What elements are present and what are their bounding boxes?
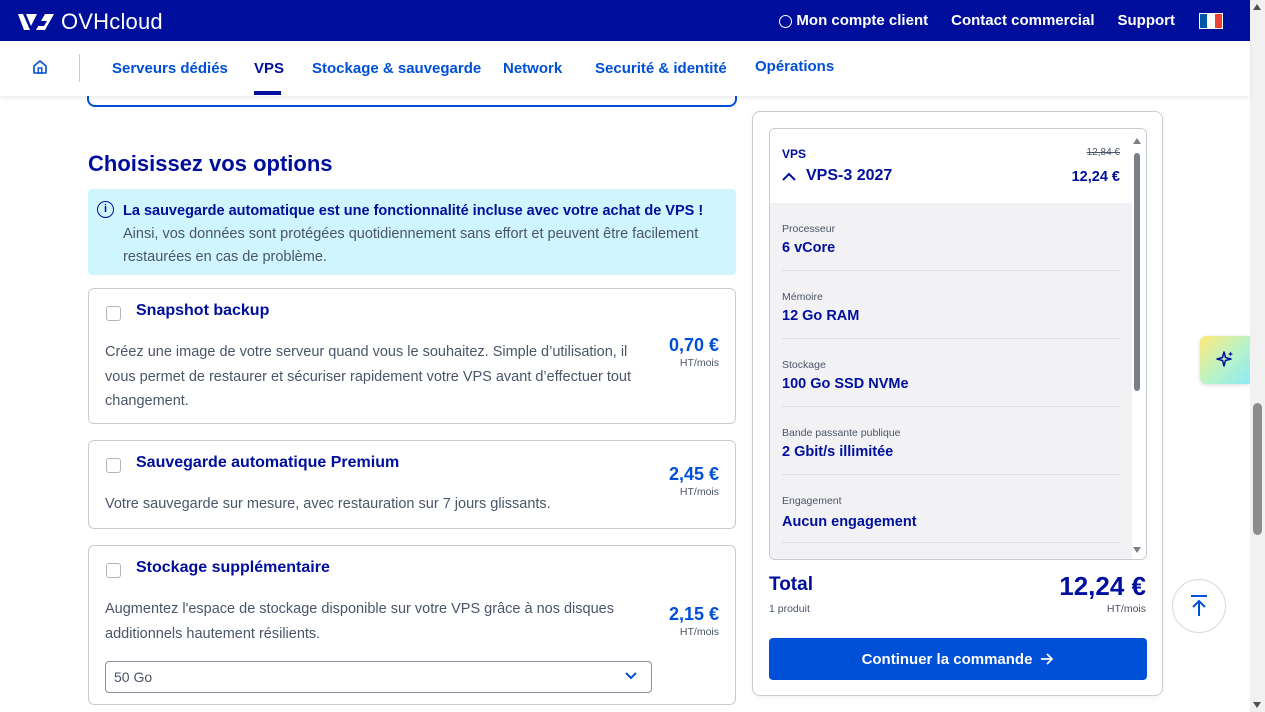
section-title: Choisissez vos options xyxy=(88,151,333,176)
nav-item-stockage[interactable]: Stockage & sauvegarde xyxy=(312,60,481,77)
option-price-amount: 2,45 € xyxy=(668,464,719,484)
storage-size-select[interactable]: 50 Go xyxy=(105,661,652,693)
contact-link[interactable]: Contact commercial xyxy=(951,12,1094,29)
option-price-amount: 2,15 € xyxy=(668,604,719,624)
option-card-snapshot[interactable]: Snapshot backup Créez une image de votre… xyxy=(88,288,736,424)
total-label: Total xyxy=(769,574,813,595)
spec-storage: Stockage 100 Go SSD NVMe xyxy=(782,339,1120,407)
product-name-label: VPS-3 2027 xyxy=(806,167,893,184)
nav-item-vps[interactable]: VPS xyxy=(254,60,284,77)
spec-processor: Processeur 6 vCore xyxy=(782,203,1120,271)
info-banner: La sauvegarde automatique est une foncti… xyxy=(88,189,736,275)
spec-label: Bande passante publique xyxy=(782,427,901,439)
order-summary: VPS 12,84 € VPS-3 2027 12,24 € Processeu… xyxy=(752,111,1163,696)
account-label: Mon compte client xyxy=(796,12,929,29)
option-title: Stockage supplémentaire xyxy=(136,559,330,576)
arrow-up-icon xyxy=(1191,595,1207,616)
nav-active-indicator xyxy=(254,91,281,95)
spec-value: 12 Go RAM xyxy=(782,308,860,324)
nav-item-network[interactable]: Network xyxy=(503,60,562,77)
info-icon: i xyxy=(97,201,114,218)
option-description: Créez une image de votre serveur quand v… xyxy=(105,344,632,409)
spec-value: Aucun engagement xyxy=(782,514,917,530)
summary-scrollbar[interactable] xyxy=(1133,133,1144,557)
option-title: Sauvegarde automatique Premium xyxy=(136,454,400,471)
option-description: Augmentez l'espace de stockage disponibl… xyxy=(105,601,614,642)
ovhcloud-logo-icon xyxy=(18,14,54,30)
support-link[interactable]: Support xyxy=(1118,12,1176,29)
storage-size-value: 50 Go xyxy=(114,669,153,685)
spec-bandwidth: Bande passante publique 2 Gbit/s illimit… xyxy=(782,407,1120,475)
option-description: Votre sauvegarde sur mesure, avec restau… xyxy=(105,496,551,512)
flag-stripe-red xyxy=(1214,13,1222,28)
nav-item-serveurs-dedies[interactable]: Serveurs dédiés xyxy=(112,60,228,77)
spec-label: Stockage xyxy=(782,359,826,371)
nav-separator xyxy=(79,54,80,82)
product-price: 12,24 € xyxy=(1071,169,1120,185)
option-price-unit: HT/mois xyxy=(679,486,719,498)
account-link[interactable]: Mon compte client xyxy=(779,12,928,29)
total-product-count: 1 produit xyxy=(769,603,810,615)
sparkle-icon xyxy=(1216,351,1233,367)
option-price: 2,45 € HT/mois xyxy=(669,464,719,498)
spec-value: 100 Go SSD NVMe xyxy=(782,376,909,392)
info-body: Ainsi, vos données sont protégées quotid… xyxy=(123,226,699,265)
page-scrollbar[interactable] xyxy=(1250,0,1265,712)
top-bar: OVHcloud Mon compte client Contact comme… xyxy=(0,0,1250,41)
option-price: 0,70 € HT/mois xyxy=(669,335,719,369)
page-scroll-down-icon[interactable] xyxy=(1253,702,1261,708)
summary-scroll-thumb[interactable] xyxy=(1134,153,1140,391)
option-price-unit: HT/mois xyxy=(679,626,719,638)
option-price: 2,15 € HT/mois xyxy=(669,604,719,638)
chevron-up-icon[interactable] xyxy=(782,172,796,181)
flag-stripe-blue xyxy=(1200,13,1208,28)
option-card-premium-backup[interactable]: Sauvegarde automatique Premium Votre sau… xyxy=(88,440,736,529)
spec-label: Engagement xyxy=(782,495,842,507)
user-icon xyxy=(779,15,793,28)
back-to-top-button[interactable] xyxy=(1172,579,1226,633)
continue-order-button[interactable]: Continuer la commande xyxy=(769,638,1147,680)
product-name: VPS-3 2027 xyxy=(782,167,892,185)
spec-commitment: Engagement Aucun engagement xyxy=(782,475,1120,543)
summary-product-header[interactable]: VPS 12,84 € VPS-3 2027 12,24 € xyxy=(770,129,1132,203)
premium-backup-checkbox[interactable] xyxy=(106,458,121,473)
spec-value: 2 Gbit/s illimitée xyxy=(782,444,894,460)
option-price-amount: 0,70 € xyxy=(668,335,719,355)
top-links: Mon compte client Contact commercial Sup… xyxy=(779,12,1223,29)
page-scroll-thumb[interactable] xyxy=(1253,403,1262,535)
option-title: Snapshot backup xyxy=(136,302,270,319)
info-title: La sauvegarde automatique est une foncti… xyxy=(123,203,704,219)
product-specs: Processeur 6 vCore Mémoire 12 Go RAM Sto… xyxy=(770,203,1132,559)
old-price: 12,84 € xyxy=(1086,147,1120,158)
continue-order-label: Continuer la commande xyxy=(861,650,1033,668)
language-flag-icon[interactable] xyxy=(1199,12,1223,29)
scroll-down-arrow-icon[interactable] xyxy=(1133,547,1141,553)
home-icon[interactable] xyxy=(32,59,48,75)
ovhcloud-logo[interactable]: OVHcloud xyxy=(16,9,163,35)
option-price-unit: HT/mois xyxy=(679,357,719,369)
summary-product-box: VPS 12,84 € VPS-3 2027 12,24 € Processeu… xyxy=(769,128,1147,560)
spec-label: Processeur xyxy=(782,223,836,235)
nav-item-securite[interactable]: Securité & identité xyxy=(595,60,727,77)
total-unit: HT/mois xyxy=(1106,603,1146,615)
nav-item-operations[interactable]: Opérations xyxy=(755,58,834,75)
arrow-right-icon xyxy=(1041,653,1054,665)
option-card-extra-storage[interactable]: Stockage supplémentaire Augmentez l'espa… xyxy=(88,545,736,705)
spec-label: Mémoire xyxy=(782,291,823,303)
total-value: 12,24 € xyxy=(1059,571,1146,601)
page-scroll-up-icon[interactable] xyxy=(1253,4,1261,10)
spec-memory: Mémoire 12 Go RAM xyxy=(782,271,1120,339)
main-nav: Serveurs dédiés VPS Stockage & sauvegard… xyxy=(0,41,1250,96)
chevron-down-icon xyxy=(625,672,637,680)
extra-storage-checkbox[interactable] xyxy=(106,563,121,578)
logo-text: OVHcloud xyxy=(61,9,163,34)
spec-value: 6 vCore xyxy=(782,240,836,256)
scroll-up-arrow-icon[interactable] xyxy=(1133,138,1141,144)
snapshot-checkbox[interactable] xyxy=(106,306,121,321)
ai-assistant-widget[interactable] xyxy=(1200,336,1250,384)
flag-stripe-white xyxy=(1207,13,1215,28)
product-category: VPS xyxy=(782,147,807,161)
